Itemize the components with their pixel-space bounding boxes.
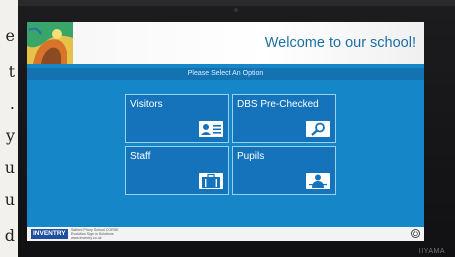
power-icon[interactable] [411, 229, 420, 238]
welcome-title: Welcome to our school! [264, 35, 416, 51]
paper-char: y [5, 126, 15, 145]
inventry-logo: INVENTRY [31, 229, 68, 239]
staff-tile[interactable]: Staff [125, 146, 229, 195]
select-option-prompt: Please Select An Option [27, 68, 424, 80]
staff-label: Staff [130, 151, 151, 162]
pupils-label: Pupils [237, 151, 265, 162]
pupils-tile[interactable]: Pupils [232, 146, 336, 195]
dbs-pre-checked-label: DBS Pre-Checked [237, 99, 319, 110]
webcam-dot [234, 8, 238, 12]
school-logo [27, 22, 73, 64]
child-icon [306, 173, 330, 189]
visitors-label: Visitors [130, 99, 163, 110]
footer-info: Salford Priory School CORSE Evolution Si… [71, 228, 119, 240]
briefcase-icon [199, 173, 223, 189]
paper-char: u [4, 158, 15, 177]
footer-line: www.inventry.co.uk [71, 236, 102, 240]
monitor-brand: IIYAMA [418, 248, 445, 255]
paper-notice-strip: e t . y u u d [0, 0, 18, 257]
power-glyph [412, 230, 418, 237]
kiosk-screen: Welcome to our school! Please Select An … [27, 22, 424, 241]
paper-char: t [8, 62, 15, 81]
visitors-tile[interactable]: Visitors [125, 94, 229, 143]
footer-bar: INVENTRY Salford Priory School CORSE Evo… [27, 227, 424, 241]
dbs-pre-checked-tile[interactable]: DBS Pre-Checked [232, 94, 336, 143]
paper-char: e [5, 26, 15, 45]
paper-char: d [4, 226, 15, 245]
paper-char: u [4, 190, 15, 209]
header-banner: Welcome to our school! [27, 22, 424, 64]
paper-char: . [9, 94, 15, 113]
magnifier-icon [306, 121, 330, 137]
id-card-icon [199, 121, 223, 137]
